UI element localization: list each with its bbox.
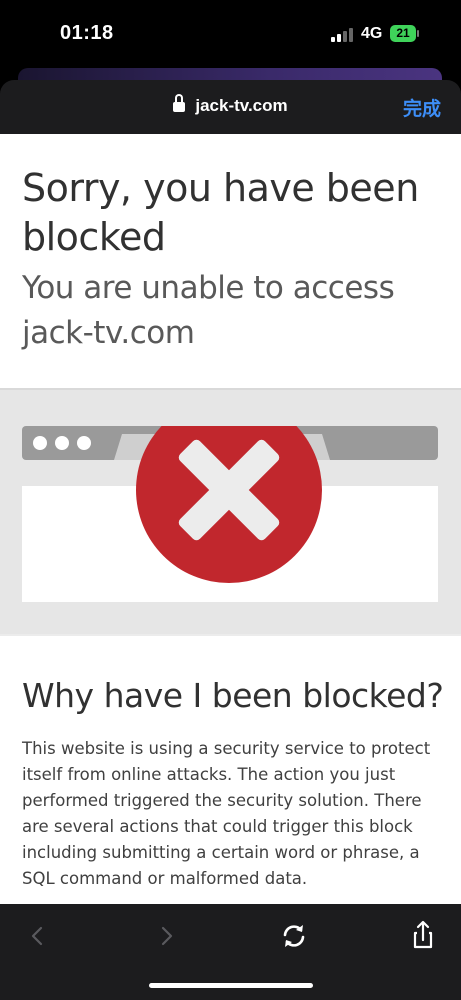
web-content: Sorry, you have been blocked You are una… bbox=[0, 134, 461, 904]
done-button[interactable]: 完成 bbox=[403, 94, 441, 121]
url-bar[interactable]: jack-tv.com bbox=[0, 94, 461, 116]
why-body: This website is using a security service… bbox=[22, 739, 431, 888]
reload-icon[interactable] bbox=[272, 914, 316, 958]
url-text: jack-tv.com bbox=[195, 96, 288, 115]
window-dot bbox=[55, 436, 69, 450]
back-icon[interactable] bbox=[15, 914, 59, 958]
window-dot bbox=[77, 436, 91, 450]
blocked-browser-illustration bbox=[22, 426, 438, 602]
battery-level: 21 bbox=[396, 26, 410, 40]
signal-icon bbox=[331, 28, 355, 42]
window-dot bbox=[33, 436, 47, 450]
forward-icon[interactable] bbox=[145, 914, 189, 958]
share-icon[interactable] bbox=[401, 914, 445, 958]
explanation-section: Why have I been blocked? This website is… bbox=[0, 634, 461, 904]
status-bar: 01:18 4G 21 bbox=[0, 0, 461, 66]
browser-header: jack-tv.com 完成 bbox=[0, 80, 461, 134]
lock-icon bbox=[173, 94, 186, 112]
header-section: Sorry, you have been blocked You are una… bbox=[0, 134, 461, 388]
page-title: Sorry, you have been blocked bbox=[22, 166, 419, 259]
battery-icon: 21 bbox=[390, 25, 420, 42]
illustration-section bbox=[0, 388, 461, 636]
why-heading: Why have I been blocked? bbox=[22, 676, 444, 715]
page-subtitle: You are unable to access jack-tv.com bbox=[22, 270, 395, 351]
home-indicator[interactable] bbox=[149, 983, 313, 988]
network-type: 4G bbox=[361, 25, 383, 42]
status-time: 01:18 bbox=[60, 22, 114, 44]
